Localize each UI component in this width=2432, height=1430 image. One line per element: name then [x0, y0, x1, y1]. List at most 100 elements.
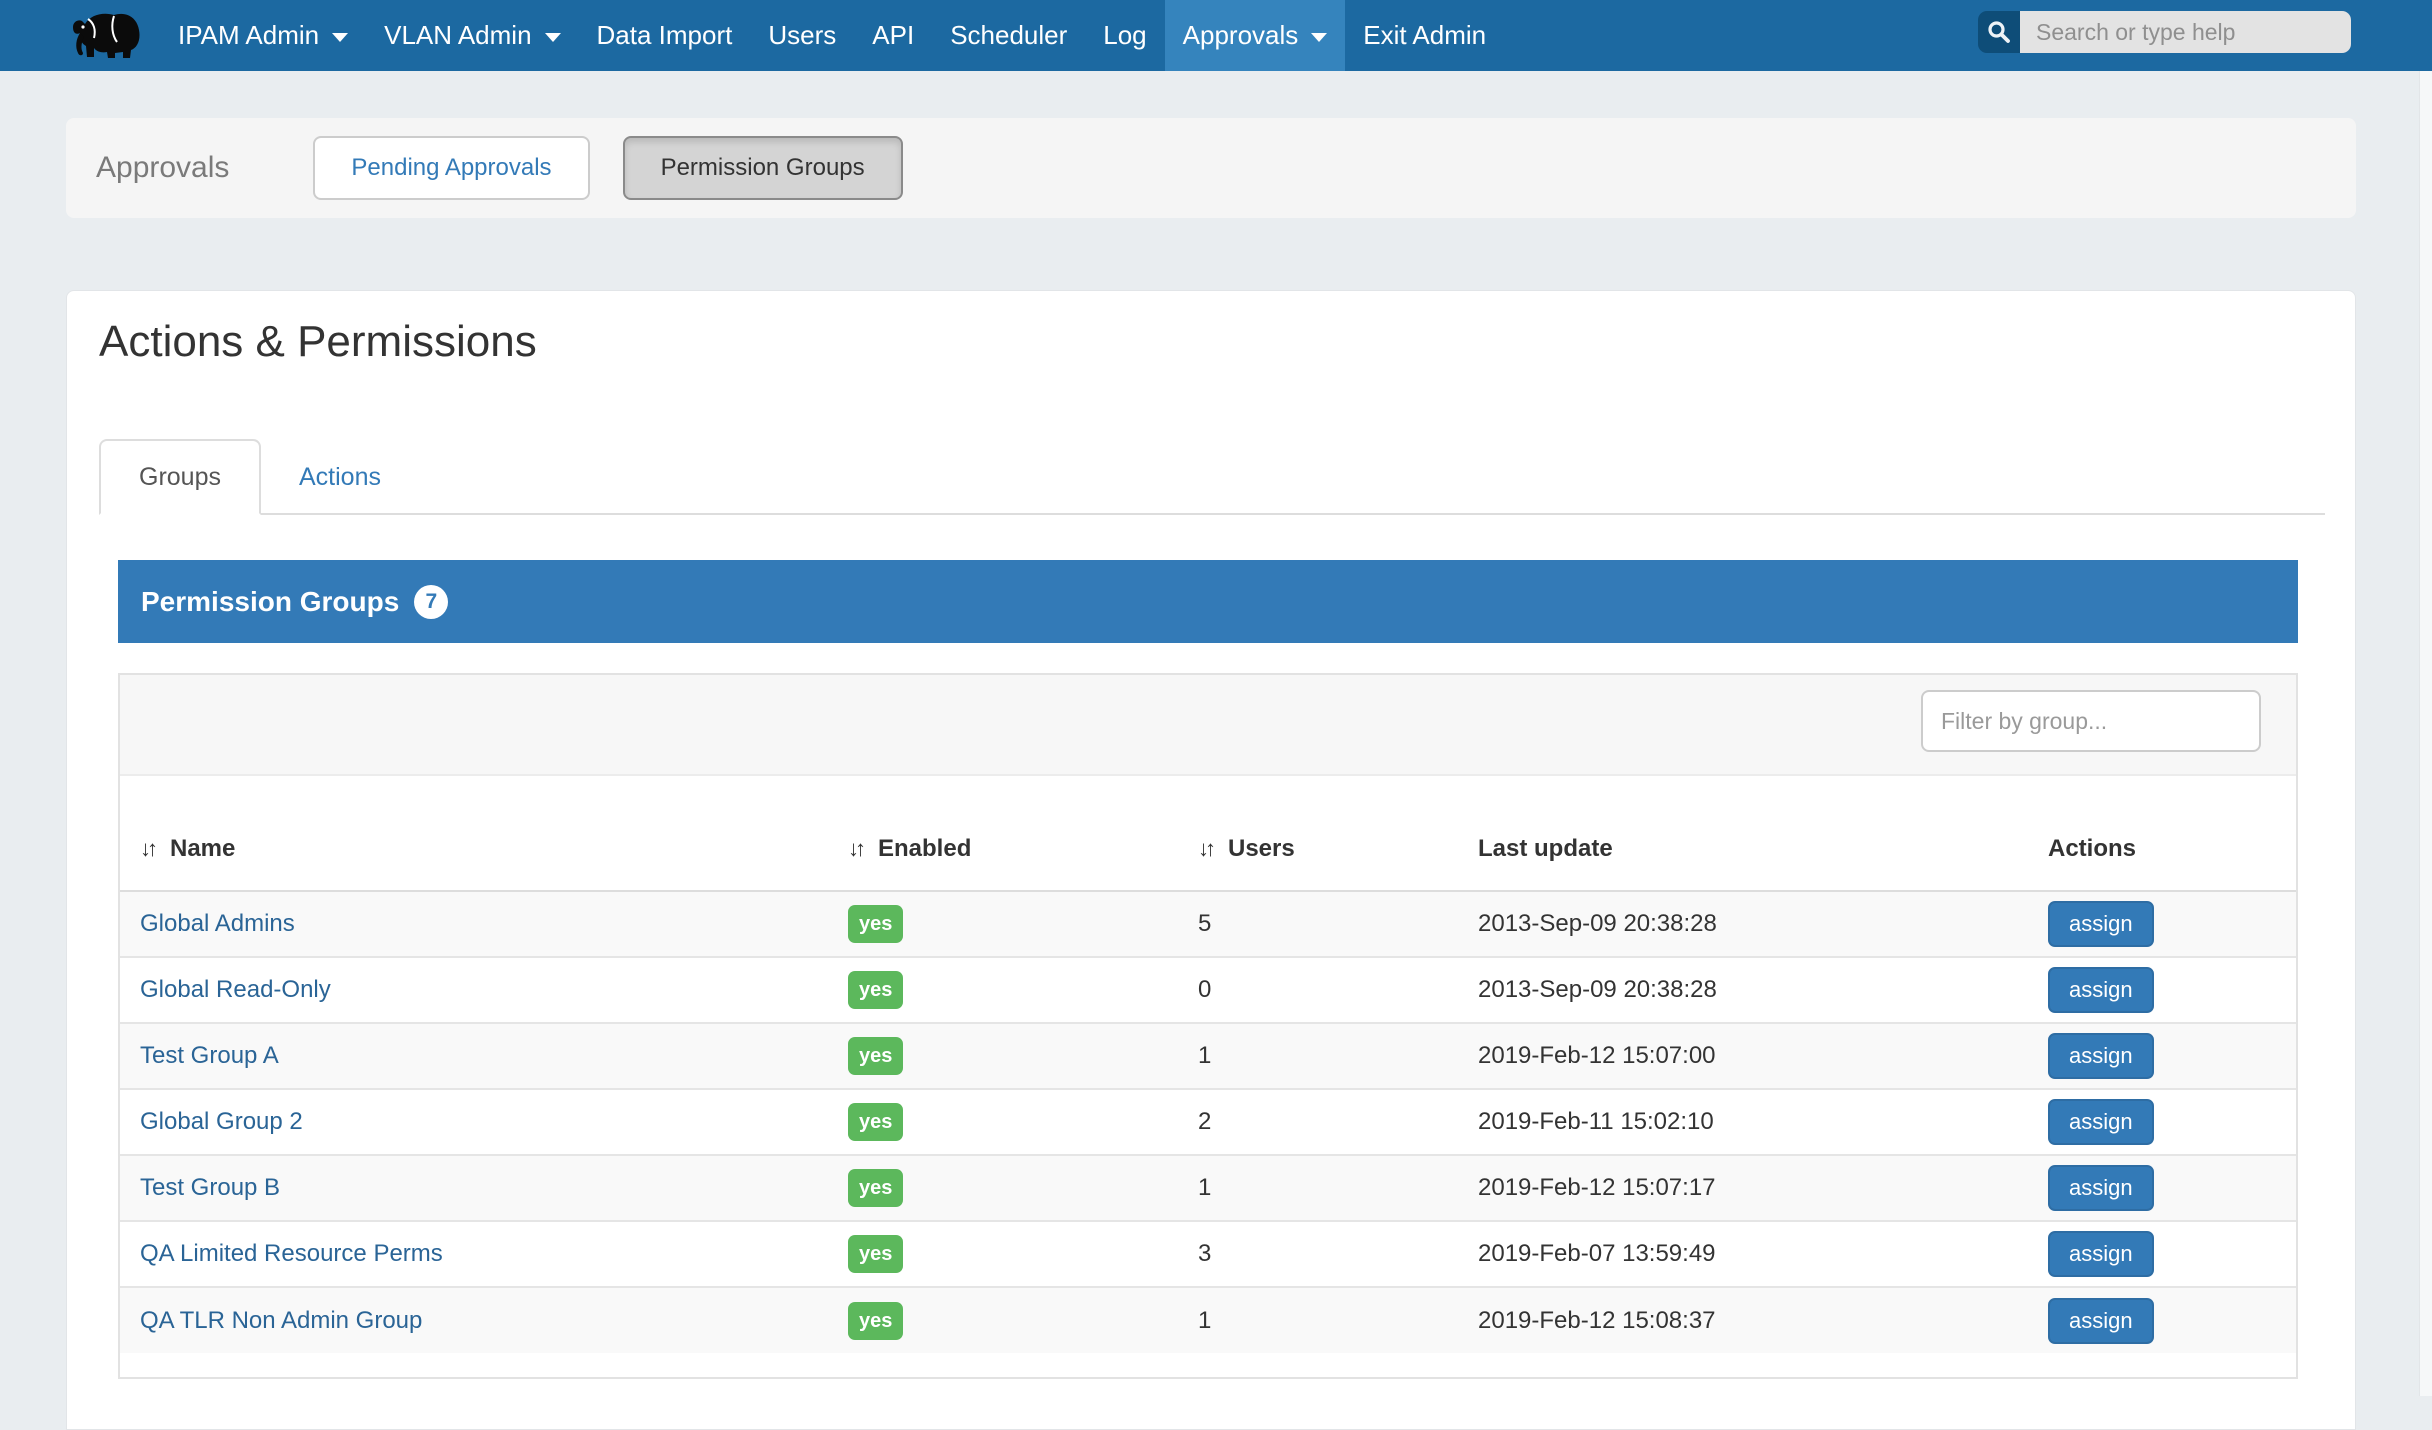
- nav-item[interactable]: Users: [750, 0, 854, 71]
- search-button[interactable]: [1978, 11, 2020, 53]
- group-name-link[interactable]: Global Group 2: [140, 1108, 303, 1135]
- group-name-link[interactable]: Global Admins: [140, 910, 295, 937]
- last-update: 2019-Feb-07 13:59:49: [1478, 1240, 1716, 1267]
- nav-item[interactable]: IPAM Admin: [160, 0, 366, 71]
- chevron-down-icon: [332, 33, 348, 42]
- last-update: 2013-Sep-09 20:38:28: [1478, 976, 1717, 1003]
- nav-item[interactable]: Approvals: [1165, 0, 1346, 71]
- enabled-badge: yes: [848, 1235, 903, 1273]
- enabled-badge: yes: [848, 1103, 903, 1141]
- last-update: 2019-Feb-12 15:07:17: [1478, 1174, 1716, 1201]
- group-name-link[interactable]: QA Limited Resource Perms: [140, 1240, 443, 1267]
- tab-label: Actions: [299, 463, 381, 492]
- table-row: Global Read-Only yes 0 2013-Sep-09 20:38…: [120, 957, 2296, 1023]
- column-header[interactable]: ↓↑ Enabled: [828, 776, 1178, 891]
- nav-item-label: Data Import: [597, 20, 733, 51]
- assign-button[interactable]: assign: [2048, 1165, 2154, 1211]
- chevron-down-icon: [545, 33, 561, 42]
- enabled-badge: yes: [848, 971, 903, 1009]
- users-count: 1: [1198, 1174, 1211, 1201]
- mammoth-logo-icon[interactable]: [70, 11, 144, 61]
- users-count: 0: [1198, 976, 1211, 1003]
- tab-label: Groups: [139, 463, 221, 492]
- sort-icon: ↓↑: [140, 836, 154, 861]
- column-header[interactable]: ↓↑ Users: [1178, 776, 1458, 891]
- last-update: 2013-Sep-09 20:38:28: [1478, 910, 1717, 937]
- group-count-badge: 7: [414, 585, 448, 619]
- nav-item-label: Exit Admin: [1363, 20, 1486, 51]
- assign-button[interactable]: assign: [2048, 901, 2154, 947]
- chevron-down-icon: [1311, 33, 1327, 42]
- table-row: QA TLR Non Admin Group yes 1 2019-Feb-12…: [120, 1287, 2296, 1353]
- table-row: Global Admins yes 5 2013-Sep-09 20:38:28…: [120, 891, 2296, 957]
- assign-button[interactable]: assign: [2048, 1298, 2154, 1344]
- nav-item[interactable]: Data Import: [579, 0, 751, 71]
- assign-button[interactable]: assign: [2048, 967, 2154, 1013]
- column-label: Users: [1228, 835, 1295, 862]
- table-toolbar: [120, 675, 2296, 776]
- sort-icon: ↓↑: [1198, 836, 1212, 861]
- nav-item-label: Scheduler: [950, 20, 1067, 51]
- search-icon: [1986, 19, 2012, 45]
- group-name-link[interactable]: QA TLR Non Admin Group: [140, 1307, 422, 1334]
- assign-button[interactable]: assign: [2048, 1099, 2154, 1145]
- table-header-row: ↓↑Name ↓↑ Enabled ↓↑ Users Last update: [120, 776, 2296, 891]
- column-label: Last update: [1478, 835, 1613, 862]
- table-body: Global Admins yes 5 2013-Sep-09 20:38:28…: [120, 891, 2296, 1353]
- group-name-link[interactable]: Test Group B: [140, 1174, 280, 1201]
- last-update: 2019-Feb-12 15:08:37: [1478, 1307, 1716, 1334]
- nav-item[interactable]: Exit Admin: [1345, 0, 1504, 71]
- navbar-search: [1978, 11, 2351, 53]
- group-name-link[interactable]: Test Group A: [140, 1042, 279, 1069]
- users-count: 5: [1198, 910, 1211, 937]
- actions-permissions-panel: Actions & Permissions Groups Actions Per…: [66, 290, 2356, 1430]
- column-header[interactable]: ↓↑Name: [120, 776, 828, 891]
- nav-item-label: VLAN Admin: [384, 20, 531, 51]
- tab[interactable]: Groups: [99, 439, 261, 515]
- pending-approvals-button[interactable]: Pending Approvals: [313, 136, 589, 200]
- assign-button[interactable]: assign: [2048, 1033, 2154, 1079]
- enabled-badge: yes: [848, 1169, 903, 1207]
- page-scrollbar[interactable]: [2419, 71, 2432, 1396]
- permission-groups-button[interactable]: Permission Groups: [623, 136, 903, 200]
- page-header-card: Approvals Pending Approvals Permission G…: [66, 118, 2356, 218]
- users-count: 2: [1198, 1108, 1211, 1135]
- table-row: Test Group B yes 1 2019-Feb-12 15:07:17 …: [120, 1155, 2296, 1221]
- column-header[interactable]: Actions: [2028, 776, 2296, 891]
- column-header[interactable]: Last update: [1458, 776, 2028, 891]
- users-count: 1: [1198, 1042, 1211, 1069]
- enabled-badge: yes: [848, 1037, 903, 1075]
- group-name-link[interactable]: Global Read-Only: [140, 976, 331, 1003]
- nav-item[interactable]: API: [854, 0, 932, 71]
- tab[interactable]: Actions: [261, 439, 419, 515]
- top-navbar: IPAM Admin VLAN Admin Data Import Users …: [0, 0, 2432, 71]
- groups-table-container: ↓↑Name ↓↑ Enabled ↓↑ Users Last update: [118, 673, 2298, 1379]
- permission-groups-title: Permission Groups: [141, 586, 399, 618]
- tab-bar: Groups Actions: [99, 439, 2325, 515]
- users-count: 1: [1198, 1307, 1211, 1334]
- table-row: QA Limited Resource Perms yes 3 2019-Feb…: [120, 1221, 2296, 1287]
- permission-groups-table: ↓↑Name ↓↑ Enabled ↓↑ Users Last update: [120, 776, 2296, 1353]
- nav-item-label: Log: [1103, 20, 1146, 51]
- column-label: Enabled: [878, 835, 971, 862]
- nav-item[interactable]: Log: [1085, 0, 1164, 71]
- nav-item-label: API: [872, 20, 914, 51]
- assign-button[interactable]: assign: [2048, 1231, 2154, 1277]
- table-row: Global Group 2 yes 2 2019-Feb-11 15:02:1…: [120, 1089, 2296, 1155]
- table-row: Test Group A yes 1 2019-Feb-12 15:07:00 …: [120, 1023, 2296, 1089]
- navbar-menu: IPAM Admin VLAN Admin Data Import Users …: [160, 0, 1504, 71]
- nav-item-label: Users: [768, 20, 836, 51]
- nav-item-label: Approvals: [1183, 20, 1299, 51]
- panel-heading-title: Actions & Permissions: [99, 317, 537, 367]
- nav-item[interactable]: VLAN Admin: [366, 0, 578, 71]
- filter-group-input[interactable]: [1921, 690, 2261, 752]
- last-update: 2019-Feb-11 15:02:10: [1478, 1108, 1714, 1135]
- nav-item-label: IPAM Admin: [178, 20, 319, 51]
- permission-groups-header-bar: Permission Groups 7: [118, 560, 2298, 643]
- search-input[interactable]: [2020, 11, 2351, 53]
- sort-icon: ↓↑: [848, 836, 862, 861]
- page-title: Approvals: [96, 151, 229, 185]
- enabled-badge: yes: [848, 1302, 903, 1340]
- nav-item[interactable]: Scheduler: [932, 0, 1085, 71]
- column-label: Actions: [2048, 835, 2136, 862]
